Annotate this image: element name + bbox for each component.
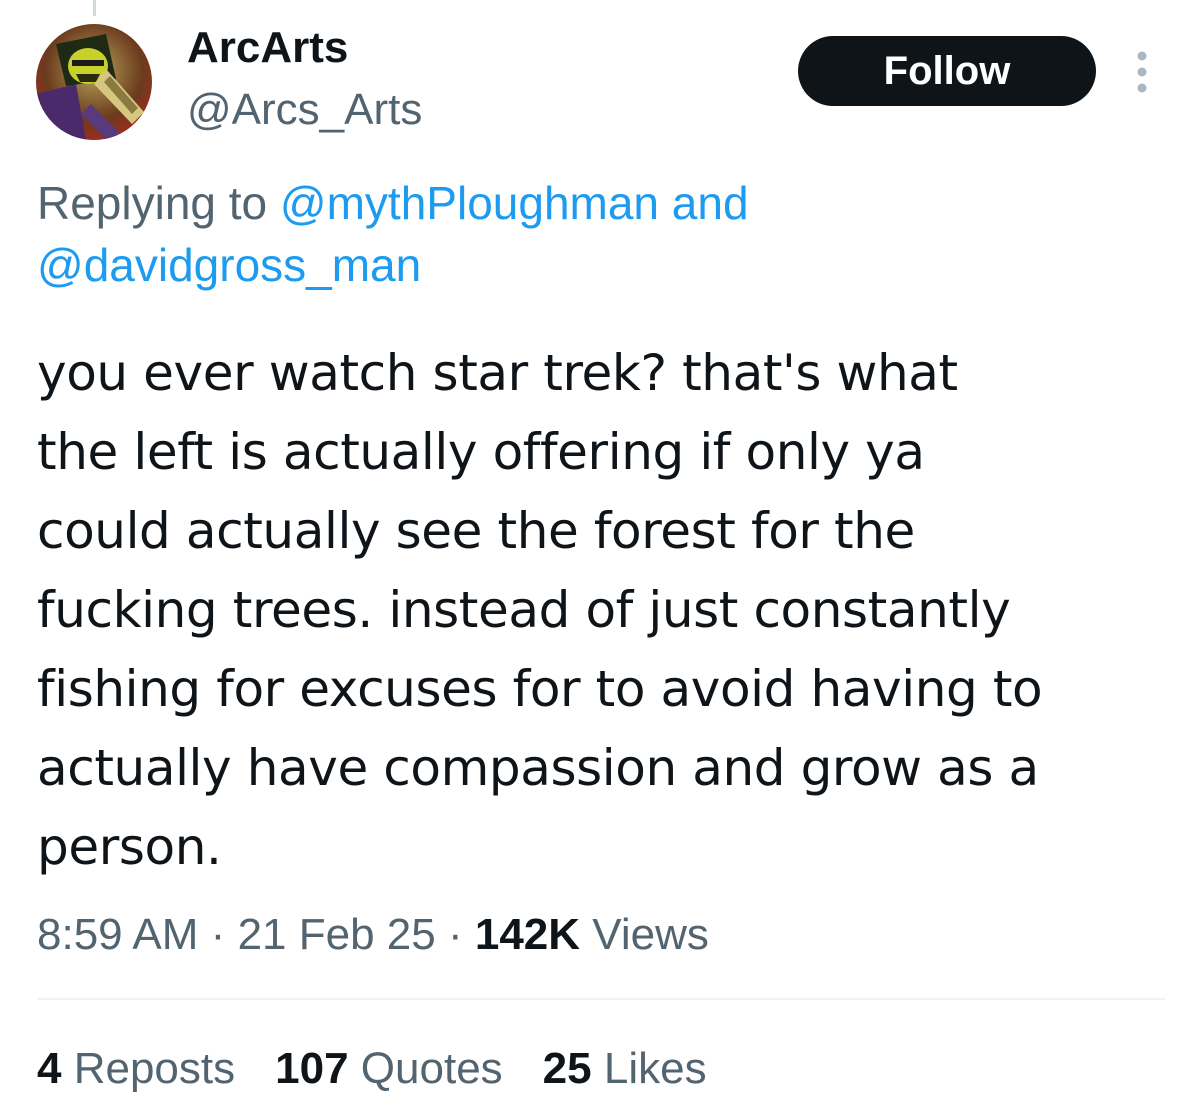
- author-handle[interactable]: @Arcs_Arts: [187, 84, 422, 136]
- mention-link-mythploughman[interactable]: @mythPloughman: [280, 177, 659, 229]
- more-options-button[interactable]: [1122, 44, 1162, 100]
- follow-button[interactable]: Follow: [798, 36, 1096, 106]
- reply-context-prefix: Replying to: [37, 177, 280, 229]
- quotes-label: Quotes: [360, 1044, 503, 1093]
- tweet-text-line: person.: [37, 818, 222, 876]
- quotes-count: 107: [275, 1044, 349, 1093]
- tweet-timestamp-date[interactable]: 21 Feb 25: [238, 910, 436, 959]
- tweet-text-line: fishing for excuses for to avoid having …: [37, 660, 1043, 718]
- avatar-image: [36, 24, 152, 140]
- tweet-text-line: the left is actually offering if only ya: [37, 423, 925, 481]
- tweet-meta: 8:59 AM · 21 Feb 25 · 142K Views: [37, 904, 709, 966]
- likes-label: Likes: [603, 1044, 707, 1093]
- avatar[interactable]: [36, 24, 152, 140]
- reposts-count: 4: [37, 1044, 62, 1093]
- views-count: 142K: [474, 910, 581, 959]
- reposts-stat[interactable]: 4 Reposts: [37, 1038, 235, 1100]
- thread-connector-line: [93, 0, 96, 16]
- tweet-text-line: actually have compassion and grow as a: [37, 739, 1039, 797]
- tweet-timestamp-time[interactable]: 8:59 AM: [37, 910, 198, 959]
- quotes-stat[interactable]: 107 Quotes: [275, 1038, 503, 1100]
- divider: [37, 998, 1165, 1000]
- reposts-label: Reposts: [73, 1044, 236, 1093]
- views-label: Views: [592, 910, 709, 959]
- meta-separator: ·: [447, 910, 463, 959]
- meta-separator: ·: [210, 910, 226, 959]
- likes-stat[interactable]: 25 Likes: [543, 1038, 707, 1100]
- tweet-text-line: could actually see the forest for the: [37, 502, 915, 560]
- author-display-name[interactable]: ArcArts: [187, 22, 348, 74]
- mention-link-davidgross-man[interactable]: @davidgross_man: [37, 239, 421, 291]
- reply-context-joiner: and: [659, 177, 749, 229]
- tweet-text-line: you ever watch star trek? that's what: [37, 344, 958, 402]
- likes-count: 25: [542, 1044, 592, 1093]
- engagement-stats: 4 Reposts 107 Quotes 25 Likes: [37, 1038, 707, 1100]
- tweet-text: you ever watch star trek? that's what th…: [37, 334, 1177, 887]
- reply-context: Replying to @mythPloughman and @davidgros…: [37, 172, 1167, 296]
- more-vertical-icon: [1137, 51, 1147, 93]
- tweet-text-line: fucking trees. instead of just constantl…: [37, 581, 1011, 639]
